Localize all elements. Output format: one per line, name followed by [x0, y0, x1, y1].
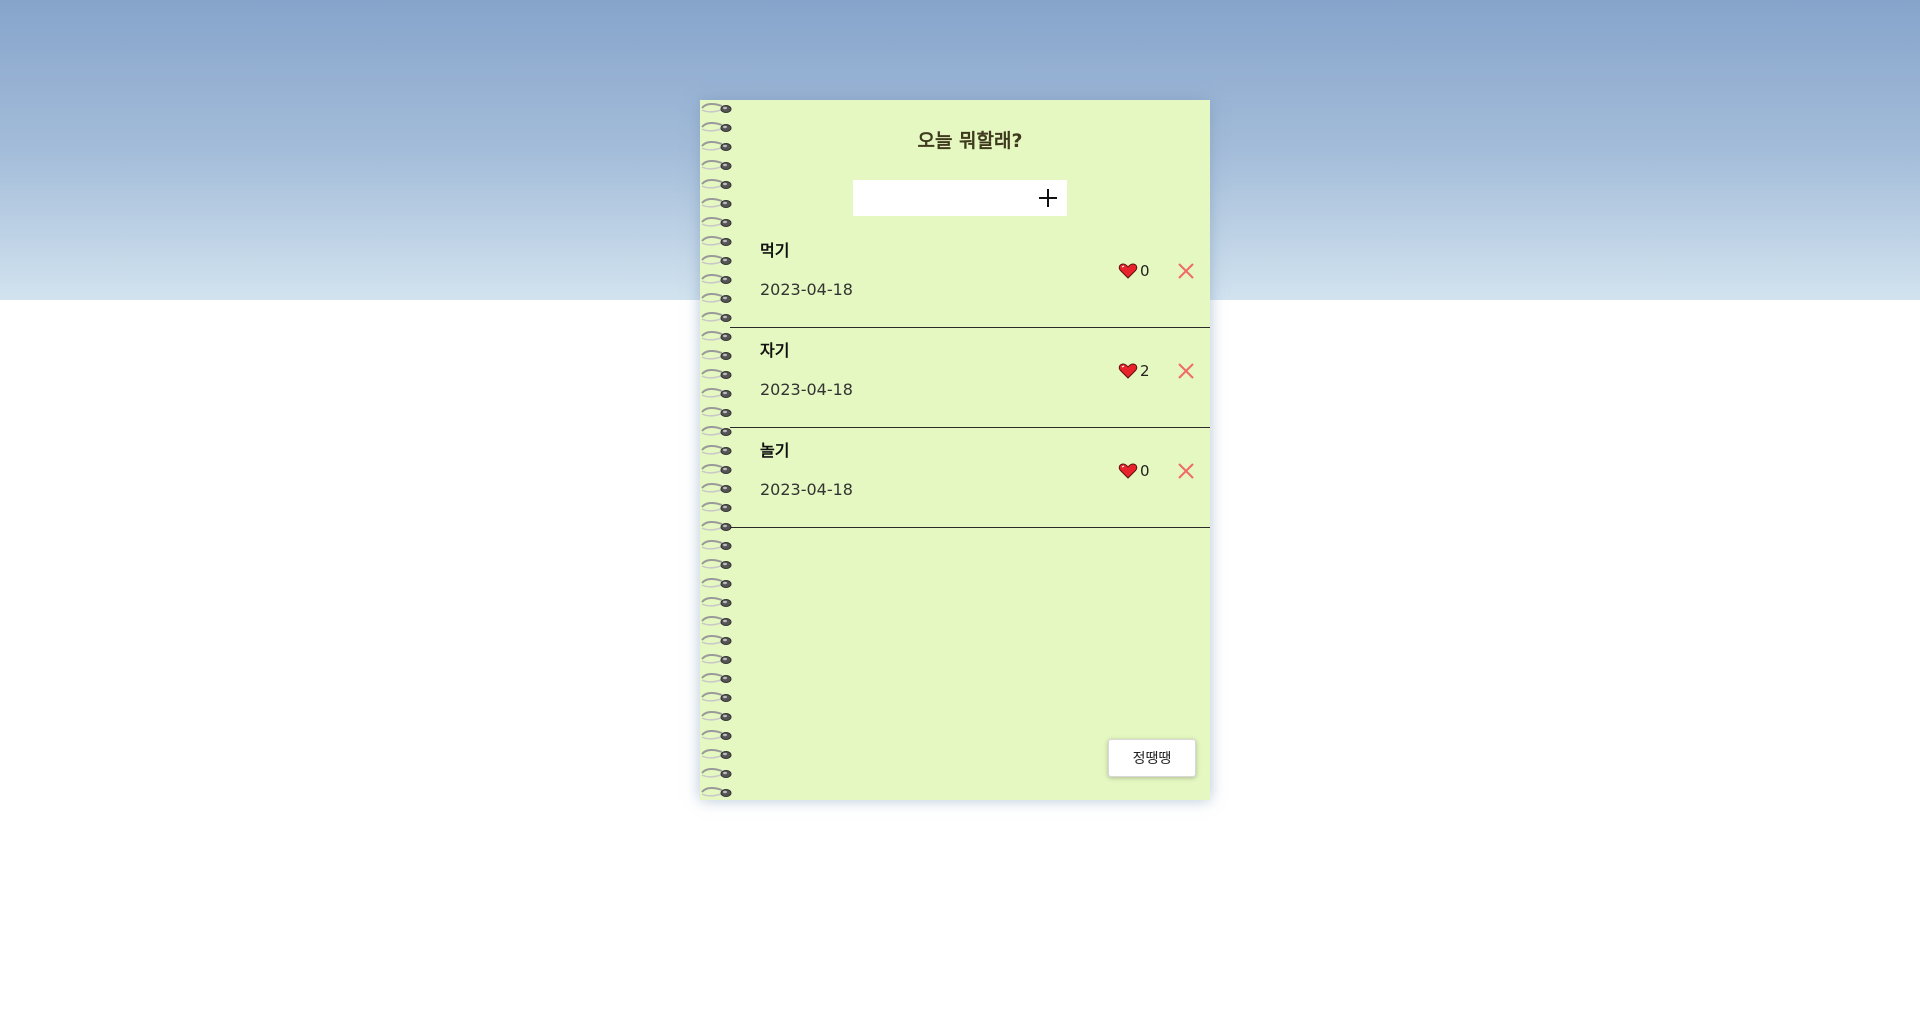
todo-item: 놀기 2023-04-18 0 — [730, 428, 1210, 528]
like-count: 0 — [1140, 462, 1150, 480]
spiral-ring — [701, 311, 732, 322]
spiral-ring — [701, 653, 732, 664]
delete-button[interactable] — [1176, 461, 1196, 481]
spiral-ring — [701, 368, 732, 379]
spiral-ring — [701, 615, 732, 626]
notebook-page: 오늘 뭐할래? 먹기 2023-04-18 0 자기 2023-04-18 2 … — [700, 100, 1210, 800]
spiral-ring — [701, 425, 732, 436]
page-title: 오늘 뭐할래? — [917, 130, 1023, 152]
todo-title: 놀기 — [760, 441, 790, 460]
spiral-ring — [701, 786, 732, 797]
spiral-ring — [701, 482, 732, 493]
spiral-ring — [701, 463, 732, 474]
close-icon — [1178, 363, 1194, 379]
todo-date: 2023-04-18 — [760, 380, 853, 399]
spiral-ring — [701, 121, 732, 132]
spiral-ring — [701, 634, 732, 645]
profile-button[interactable]: 정땡땡 — [1108, 739, 1196, 777]
like-button[interactable]: 0 — [1118, 462, 1150, 480]
spiral-ring — [701, 330, 732, 341]
spiral-ring — [701, 767, 732, 778]
spiral-ring — [701, 406, 732, 417]
spiral-ring — [701, 140, 732, 151]
spiral-ring — [701, 349, 732, 360]
todo-date: 2023-04-18 — [760, 280, 853, 299]
todo-title: 자기 — [760, 341, 790, 360]
add-todo-form — [853, 180, 1067, 216]
spiral-ring — [701, 292, 732, 303]
todo-item: 자기 2023-04-18 2 — [730, 328, 1210, 428]
spiral-ring — [701, 596, 732, 607]
spiral-binding — [700, 100, 732, 800]
close-icon — [1178, 463, 1194, 479]
heart-icon — [1118, 263, 1138, 279]
spiral-ring — [701, 254, 732, 265]
spiral-ring — [701, 178, 732, 189]
spiral-ring — [701, 501, 732, 512]
todo-item: 먹기 2023-04-18 0 — [730, 228, 1210, 328]
spiral-ring — [701, 577, 732, 588]
spiral-ring — [701, 235, 732, 246]
plus-icon — [1039, 189, 1057, 207]
spiral-ring — [701, 159, 732, 170]
delete-button[interactable] — [1176, 361, 1196, 381]
spiral-ring — [701, 197, 732, 208]
like-count: 2 — [1140, 362, 1150, 380]
spiral-ring — [701, 520, 732, 531]
heart-icon — [1118, 363, 1138, 379]
todo-date: 2023-04-18 — [760, 480, 853, 499]
spiral-ring — [701, 444, 732, 455]
like-button[interactable]: 2 — [1118, 362, 1150, 380]
spiral-ring — [701, 710, 732, 721]
heart-icon — [1118, 463, 1138, 479]
spiral-ring — [701, 748, 732, 759]
spiral-ring — [701, 691, 732, 702]
delete-button[interactable] — [1176, 261, 1196, 281]
spiral-ring — [701, 539, 732, 550]
spiral-ring — [701, 729, 732, 740]
todo-list: 먹기 2023-04-18 0 자기 2023-04-18 2 놀기 2023-… — [730, 228, 1210, 528]
spiral-ring — [701, 558, 732, 569]
todo-input[interactable] — [853, 180, 1029, 216]
close-icon — [1178, 263, 1194, 279]
like-count: 0 — [1140, 262, 1150, 280]
spiral-ring — [701, 216, 732, 227]
spiral-ring — [701, 672, 732, 683]
add-todo-button[interactable] — [1029, 180, 1067, 216]
todo-title: 먹기 — [760, 241, 790, 260]
spiral-ring — [701, 387, 732, 398]
like-button[interactable]: 0 — [1118, 262, 1150, 280]
spiral-ring — [701, 273, 732, 284]
spiral-ring — [701, 102, 732, 113]
